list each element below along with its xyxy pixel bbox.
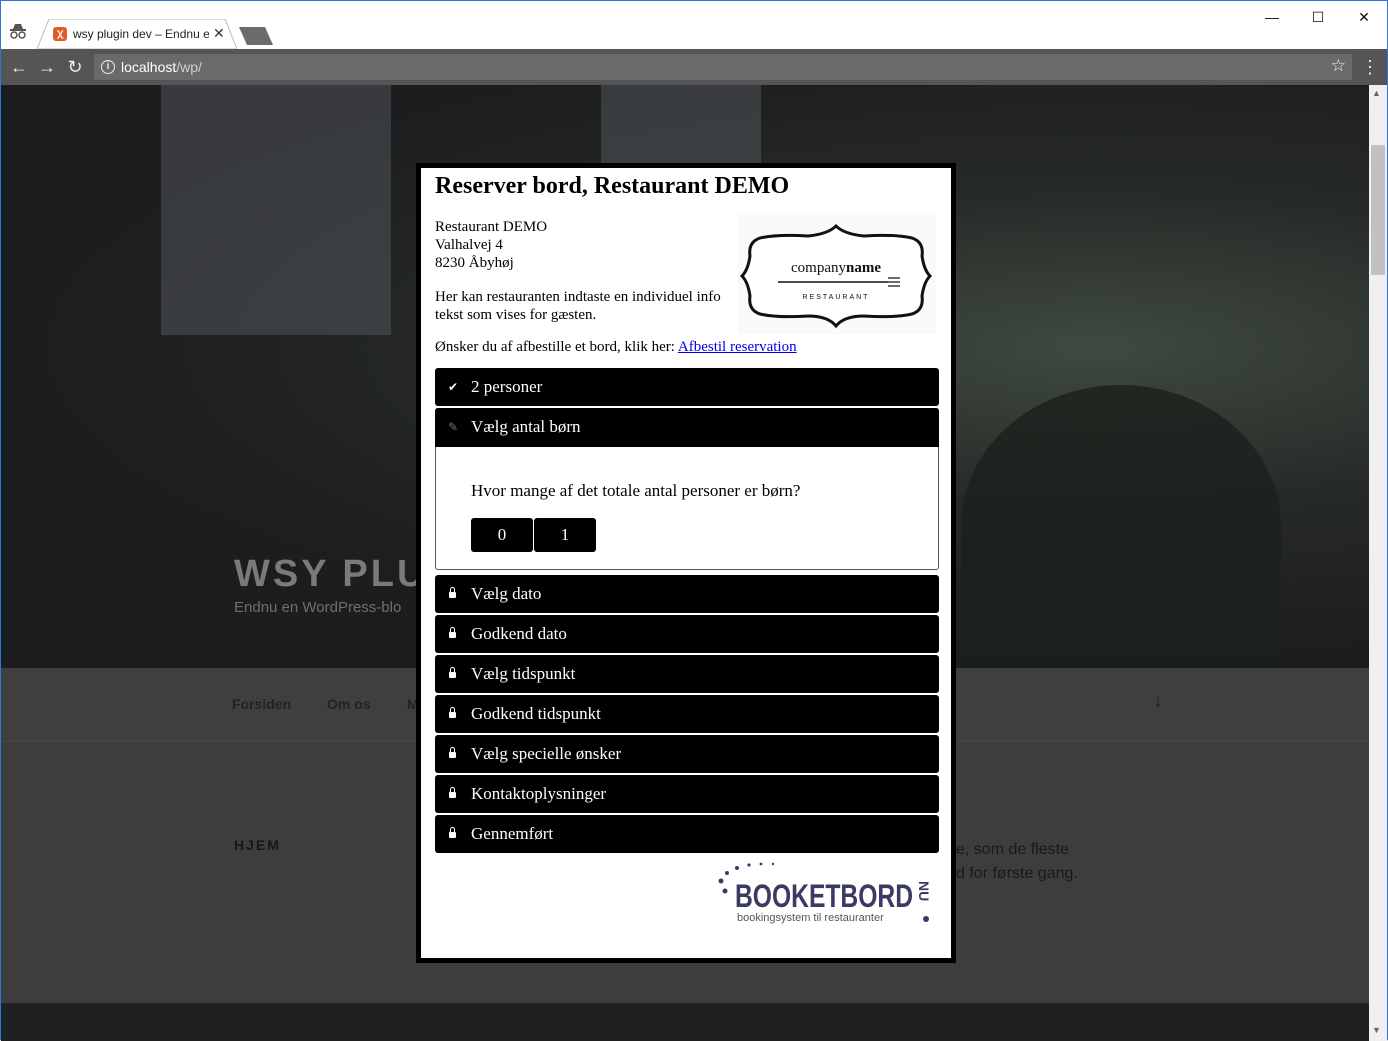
new-tab-button[interactable]	[239, 27, 273, 45]
site-description: Endnu en WordPress-blo	[234, 599, 402, 616]
restaurant-logo: companyname RESTAURANT	[738, 212, 936, 334]
lock-icon	[449, 747, 456, 758]
pencil-icon: ✎	[447, 420, 459, 434]
minimize-button[interactable]: —	[1249, 5, 1295, 29]
svg-text:NU: NU	[916, 881, 932, 901]
page-scrollbar[interactable]: ▲ ▼	[1369, 85, 1387, 1041]
maximize-button[interactable]: ☐	[1295, 5, 1341, 29]
info-text: Her kan restauranten indtaste en individ…	[435, 289, 721, 323]
svg-text:BOOKETBORD: BOOKETBORD	[735, 878, 913, 914]
tab-active[interactable]: ꭓ wsy plugin dev – Endnu e ✕	[37, 19, 237, 49]
forward-arrow-icon[interactable]: →	[35, 55, 59, 79]
lock-icon	[449, 587, 456, 598]
check-icon: ✔	[447, 380, 459, 394]
reload-icon[interactable]: ↻	[63, 55, 87, 79]
children-option-0-button[interactable]: 0	[471, 518, 533, 552]
step-completed[interactable]: Gennemført	[435, 815, 939, 853]
modal-title: Reserver bord, Restaurant DEMO	[435, 173, 790, 199]
section-heading: HJEM	[234, 837, 281, 853]
booketbord-logo[interactable]: BOOKETBORD NU bookingsystem til restaura…	[715, 861, 939, 931]
cancel-prompt: Ønsker du af afbestille et bord, klik he…	[435, 339, 797, 355]
step-special-wishes[interactable]: Vælg specielle ønsker	[435, 735, 939, 773]
step-children-panel: ✎ Vælg antal børn Hvor mange af det tota…	[435, 408, 939, 570]
svg-text:bookingsystem til restauranter: bookingsystem til restauranter	[737, 912, 884, 924]
svg-text:companyname: companyname	[791, 260, 881, 276]
browser-window: ꭓ wsy plugin dev – Endnu e ✕ — ☐ ✕ ← → ↻…	[0, 0, 1388, 1041]
children-option-1-button[interactable]: 1	[534, 518, 596, 552]
step-contact-info[interactable]: Kontaktoplysninger	[435, 775, 939, 813]
lock-icon	[449, 627, 456, 638]
step-persons[interactable]: ✔ 2 personer	[435, 368, 939, 406]
lock-icon	[449, 707, 456, 718]
nav-link-forsiden[interactable]: Forsiden	[232, 696, 291, 712]
title-bar: ꭓ wsy plugin dev – Endnu e ✕ — ☐ ✕	[1, 1, 1387, 49]
restaurant-address: Restaurant DEMO Valhalvej 4 8230 Åbyhøj	[435, 219, 548, 271]
info-icon[interactable]: i	[101, 60, 115, 74]
step-children[interactable]: ✎ Vælg antal børn	[435, 408, 939, 447]
step-choose-date[interactable]: Vælg dato	[435, 575, 939, 613]
bookmark-star-icon[interactable]: ☆	[1331, 56, 1346, 76]
scroll-down-icon[interactable]: ▼	[1372, 1025, 1381, 1035]
back-arrow-icon[interactable]: ←	[7, 55, 31, 79]
step-choose-time[interactable]: Vælg tidspunkt	[435, 655, 939, 693]
site-title[interactable]: WSY PLU	[234, 553, 427, 596]
xampp-favicon-icon: ꭓ	[53, 27, 67, 41]
incognito-icon	[7, 21, 29, 41]
browser-menu-icon[interactable]: ⋮	[1361, 57, 1379, 77]
footer-image	[1, 1003, 1369, 1041]
svg-text:RESTAURANT: RESTAURANT	[803, 294, 870, 301]
scrollbar-thumb[interactable]	[1371, 145, 1385, 275]
body-text: e, som de fleste d for første gang.	[956, 841, 1078, 882]
browser-toolbar: ← → ↻ i localhost/wp/ ☆ ⋮	[1, 49, 1387, 85]
tab-close-icon[interactable]: ✕	[213, 25, 225, 42]
scroll-up-icon[interactable]: ▲	[1372, 88, 1381, 98]
address-bar[interactable]: i localhost/wp/ ☆	[94, 54, 1352, 80]
scroll-down-arrow-icon[interactable]: ↓	[1153, 690, 1163, 713]
booking-modal: Reserver bord, Restaurant DEMO Restauran…	[416, 163, 956, 963]
lock-icon	[449, 827, 456, 838]
lock-icon	[449, 787, 456, 798]
step-approve-time[interactable]: Godkend tidspunkt	[435, 695, 939, 733]
step-approve-date[interactable]: Godkend dato	[435, 615, 939, 653]
nav-link-om-os[interactable]: Om os	[327, 696, 371, 712]
close-window-button[interactable]: ✕	[1341, 5, 1387, 29]
tab-title: wsy plugin dev – Endnu e	[73, 27, 209, 41]
url-text: localhost/wp/	[121, 59, 202, 75]
cancel-reservation-link[interactable]: Afbestil reservation	[678, 339, 797, 355]
children-question: Hvor mange af det totale antal personer …	[471, 481, 801, 500]
lock-icon	[449, 667, 456, 678]
